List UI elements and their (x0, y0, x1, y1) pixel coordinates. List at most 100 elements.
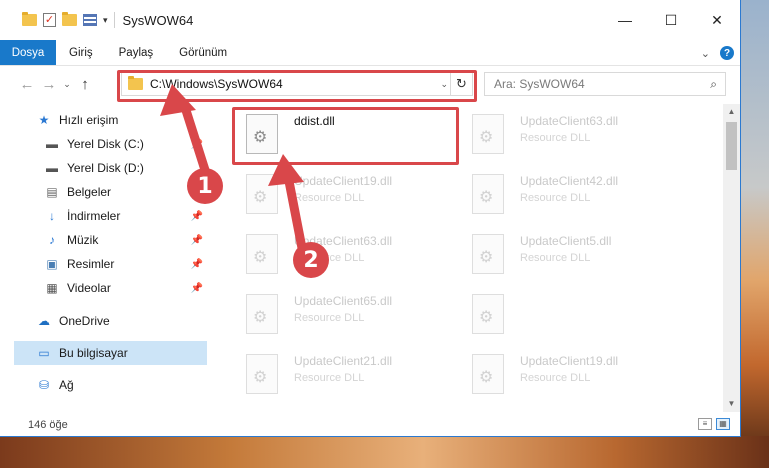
file-item[interactable]: UpdateClient19.dll Resource DLL (460, 348, 700, 404)
videos-icon: ▦ (46, 281, 58, 295)
details-view-icon[interactable]: ≡ (698, 418, 712, 430)
scroll-down-icon[interactable]: ▼ (723, 396, 740, 412)
drive-icon: ▬ (46, 137, 58, 151)
file-description: Resource DLL (520, 132, 591, 144)
file-description: Resource DLL (294, 312, 365, 324)
title-separator (113, 12, 115, 28)
file-name: UpdateClient21.dll (294, 354, 393, 368)
close-button[interactable]: ✕ (694, 0, 740, 40)
drive-icon: ▬ (46, 161, 58, 175)
back-button[interactable]: ← (16, 76, 38, 93)
expand-ribbon-icon[interactable]: ⌄ (701, 47, 710, 60)
window-title: SysWOW64 (122, 12, 194, 28)
sidebar-item-network[interactable]: ⛁ Ağ (36, 373, 207, 397)
sidebar-item-label: Yerel Disk (D:) (67, 161, 144, 175)
folder-icon (22, 12, 37, 26)
dll-file-icon (472, 114, 504, 154)
file-name: UpdateClient5.dll (520, 234, 612, 248)
file-item[interactable]: UpdateClient19.dll Resource DLL (234, 168, 474, 224)
music-icon: ♪ (49, 233, 55, 247)
pictures-icon: ▣ (46, 257, 58, 271)
status-bar: 146 öğe ≡ ▦ (0, 414, 740, 436)
new-folder-icon[interactable] (62, 12, 77, 26)
search-placeholder[interactable]: Ara: SysWOW64 (494, 77, 585, 91)
search-input[interactable]: Ara: SysWOW64 ⌕ (484, 72, 726, 96)
properties-check-icon[interactable]: ✓ (43, 13, 56, 27)
download-icon: ↓ (49, 209, 55, 223)
customize-toolbar-icon[interactable] (83, 14, 97, 26)
file-item[interactable]: UpdateClient5.dll Resource DLL (460, 228, 700, 284)
tab-view[interactable]: Görünüm (166, 40, 240, 65)
file-description: Resource DLL (520, 192, 591, 204)
sidebar-item-label: Resimler (67, 257, 115, 271)
file-description: Resource DLL (520, 372, 591, 384)
pin-icon[interactable]: 📌 (191, 235, 203, 246)
ribbon-tabs: Dosya Giriş Paylaş Görünüm ⌄ ? (0, 40, 740, 66)
documents-icon: ▤ (46, 185, 58, 199)
sidebar-item-local-disk-d[interactable]: ▬ Yerel Disk (D:) (44, 156, 207, 180)
pin-icon[interactable]: 📌 (191, 283, 203, 294)
file-description: Resource DLL (294, 192, 365, 204)
sidebar-item-music[interactable]: ♪ Müzik 📌 (44, 228, 207, 252)
dll-file-icon (472, 234, 504, 274)
file-item[interactable]: UpdateClient63.dll Resource DLL (460, 108, 700, 164)
file-item[interactable]: UpdateClient21.dll Resource DLL (234, 348, 474, 404)
file-name: UpdateClient63.dll (520, 114, 619, 128)
sidebar-item-label: OneDrive (59, 314, 110, 328)
file-name: UpdateClient65.dll (294, 294, 393, 308)
sidebar-item-label: Hızlı erişim (59, 113, 119, 127)
file-item[interactable] (460, 288, 700, 344)
sidebar-item-this-pc[interactable]: ▭ Bu bilgisayar (14, 341, 207, 365)
sidebar-item-onedrive[interactable]: ☁ OneDrive (36, 309, 207, 333)
sidebar-item-label: Belgeler (67, 185, 112, 199)
scroll-thumb[interactable] (726, 122, 737, 170)
sidebar-item-label: İndirmeler (67, 209, 121, 223)
sidebar-item-label: Videolar (67, 281, 111, 295)
sidebar-item-documents[interactable]: ▤ Belgeler (44, 180, 207, 204)
dll-file-icon (246, 294, 278, 334)
navigation-pane: ★ Hızlı erişim ▬ Yerel Disk (C:) 📌 ▬ Yer… (0, 104, 210, 408)
forward-button[interactable]: → (38, 76, 60, 93)
sidebar-item-downloads[interactable]: ↓ İndirmeler 📌 (44, 204, 207, 228)
dll-file-icon (472, 354, 504, 394)
address-bar-highlight (117, 70, 477, 102)
large-icons-view-icon[interactable]: ▦ (716, 418, 730, 430)
dll-file-icon (246, 354, 278, 394)
step-badge-1: 1 (187, 168, 223, 204)
pin-icon[interactable]: 📌 (191, 211, 203, 222)
vertical-scrollbar[interactable]: ▲ ▼ (723, 104, 740, 412)
minimize-button[interactable]: — (602, 0, 648, 40)
pin-icon[interactable]: 📌 (191, 259, 203, 270)
file-description: Resource DLL (294, 372, 365, 384)
dll-file-icon (246, 174, 278, 214)
search-icon[interactable]: ⌕ (710, 77, 717, 92)
file-item[interactable]: UpdateClient63.dll Resource DLL (234, 228, 474, 284)
recent-locations-button[interactable]: ⌄ (60, 79, 74, 90)
file-name: UpdateClient19.dll (294, 174, 393, 188)
sidebar-item-quick-access[interactable]: ★ Hızlı erişim (36, 108, 243, 132)
up-button[interactable]: ↑ (74, 76, 96, 93)
star-icon: ★ (38, 113, 50, 127)
maximize-button[interactable]: ☐ (648, 0, 694, 40)
quick-access-toolbar: ✓ ▾ (22, 12, 108, 27)
tab-home[interactable]: Giriş (56, 40, 106, 65)
window-controls: — ☐ ✕ (602, 0, 740, 40)
file-item[interactable]: UpdateClient42.dll Resource DLL (460, 168, 700, 224)
dll-file-icon (246, 234, 278, 274)
help-icon[interactable]: ? (720, 46, 734, 60)
tab-file[interactable]: Dosya (0, 40, 56, 65)
sidebar-item-label: Yerel Disk (C:) (67, 137, 144, 151)
network-icon: ⛁ (38, 378, 50, 392)
tab-share[interactable]: Paylaş (106, 40, 167, 65)
file-item[interactable]: UpdateClient65.dll Resource DLL (234, 288, 474, 344)
sidebar-item-local-disk-c[interactable]: ▬ Yerel Disk (C:) 📌 (44, 132, 207, 156)
scroll-up-icon[interactable]: ▲ (723, 104, 740, 120)
sidebar-item-label: Müzik (67, 233, 99, 247)
cloud-icon: ☁ (38, 314, 50, 328)
toolbar-dropdown-icon[interactable]: ▾ (103, 15, 108, 26)
sidebar-item-pictures[interactable]: ▣ Resimler 📌 (44, 252, 207, 276)
step-badge-2: 2 (293, 242, 329, 278)
file-highlight (232, 107, 459, 165)
pin-icon[interactable]: 📌 (191, 139, 203, 150)
sidebar-item-videos[interactable]: ▦ Videolar 📌 (44, 276, 207, 300)
